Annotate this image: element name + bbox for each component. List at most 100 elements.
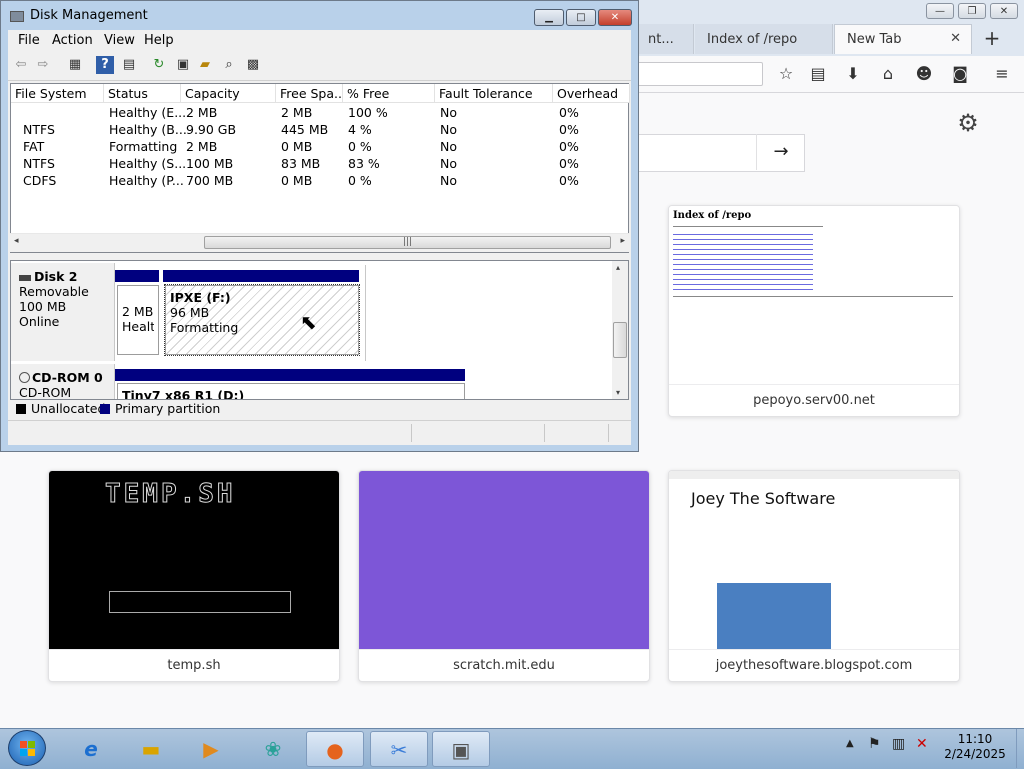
start-button[interactable] (8, 730, 46, 766)
computer-management-icon[interactable]: ▣ (432, 731, 490, 767)
toolbar: ⇦ ⇨ ▦ ? ▤ ↻ ▣ ▰ ⌕ ▩ (8, 52, 631, 81)
home-icon[interactable]: ⌂ (878, 64, 898, 84)
clock-date: 2/24/2025 (944, 747, 1006, 761)
cell-fault-tolerance: No (440, 139, 457, 154)
menu-file[interactable]: File (18, 33, 40, 48)
downloads-icon[interactable]: ⬇ (843, 64, 863, 84)
column-header-capacity[interactable]: Capacity (181, 84, 276, 103)
show-hide-console-tree-icon[interactable]: ▦ (66, 56, 84, 74)
maximize-button[interactable]: □ (566, 9, 596, 26)
minimize-button[interactable]: ▁ (534, 9, 564, 26)
top-site-tile[interactable]: Joey The Software joeythesoftware.blogsp… (668, 470, 960, 682)
ff-minimize-button[interactable]: — (926, 3, 954, 19)
clock[interactable]: 11:10 2/24/2025 (932, 732, 1018, 762)
cell-file-system: CDFS (23, 173, 57, 188)
bookmark-star-icon[interactable]: ☆ (776, 64, 796, 84)
start-logo-icon (20, 741, 27, 748)
top-site-tile[interactable]: Index of /repo pepoyo.serv00.net (668, 205, 960, 417)
cell-fault-tolerance: No (440, 122, 457, 137)
legend-primary-swatch (100, 404, 110, 414)
volume-muted-icon[interactable]: ✕ (916, 736, 928, 752)
rescan-disks-icon[interactable]: ▣ (174, 56, 192, 74)
show-desktop-button[interactable] (1016, 729, 1024, 768)
scroll-up-icon[interactable]: ▴ (616, 263, 620, 272)
library-icon[interactable]: ▤ (808, 64, 828, 84)
scroll-down-icon[interactable]: ▾ (616, 388, 620, 397)
network-icon[interactable]: ▥ (892, 736, 905, 752)
column-header-overhead[interactable]: Overhead (553, 84, 630, 103)
menu-help[interactable]: Help (144, 33, 174, 48)
cell-free-space: 445 MB (281, 122, 329, 137)
internet-explorer-icon[interactable]: e (62, 731, 120, 767)
top-site-tile[interactable]: scratch.mit.edu (358, 470, 650, 682)
cell-free-space: 2 MB (281, 105, 313, 120)
disk-2-label[interactable]: Disk 2 Removable 100 MB Online (11, 263, 115, 361)
format-icon[interactable]: ▩ (244, 56, 262, 74)
column-header-fault-tolerance[interactable]: Fault Tolerance (435, 84, 553, 103)
cell-free-space: 83 MB (281, 156, 321, 171)
firefox-icon[interactable]: ● (306, 731, 364, 767)
open-folder-icon[interactable]: ▰ (196, 56, 214, 74)
hamburger-menu-icon[interactable]: ≡ (992, 64, 1012, 84)
top-site-tile[interactable]: TEMP.SH temp.sh (48, 470, 340, 682)
tools-icon[interactable]: ✂ (370, 731, 428, 767)
horizontal-scroll-thumb[interactable]: ||| (204, 236, 611, 249)
cell-status: Healthy (E... (109, 105, 187, 120)
gear-icon[interactable]: ⚙ (955, 110, 981, 136)
help-icon[interactable]: ? (96, 56, 114, 74)
ff-restore-button[interactable]: ❐ (958, 3, 986, 19)
tab-index-of-repo[interactable]: Index of /repo (695, 24, 833, 54)
cell-percent-free: 4 % (348, 122, 372, 137)
back-icon[interactable]: ⇦ (12, 56, 30, 74)
action-center-flag-icon[interactable]: ⚑ (868, 736, 881, 752)
site-thumbnail (359, 471, 649, 649)
tab-close-icon[interactable]: ✕ (950, 31, 961, 46)
sync-icon[interactable]: ☻ (914, 64, 934, 84)
new-tab-button[interactable]: + (980, 26, 1004, 50)
properties-icon[interactable]: ▤ (120, 56, 138, 74)
scroll-left-icon[interactable]: ◂ (14, 236, 19, 246)
app-icon[interactable]: ❀ (244, 731, 302, 767)
cell-free-space: 0 MB (281, 173, 313, 188)
menu-view[interactable]: View (104, 33, 135, 48)
column-header-status[interactable]: Status (104, 84, 181, 103)
start-logo-icon (28, 749, 35, 756)
close-button[interactable]: ✕ (598, 9, 632, 26)
column-header-percent-free[interactable]: % Free (343, 84, 435, 103)
media-player-icon[interactable]: ▶ (182, 731, 240, 767)
column-header-file-system[interactable]: File System (11, 84, 104, 103)
status-bar (8, 420, 631, 445)
search-go-button[interactable]: → (756, 134, 805, 170)
file-explorer-icon[interactable]: ▬ (122, 731, 180, 767)
partition-status: Formatting (170, 320, 239, 335)
pocket-icon[interactable]: ◙ (950, 64, 970, 84)
show-hidden-icons-icon[interactable]: ▲ (846, 738, 854, 749)
volume-list[interactable]: File System Status Capacity Free Spa... … (10, 83, 630, 253)
cdrom-label[interactable]: CD-ROM 0 CD-ROM (11, 364, 115, 399)
tab-new-tab[interactable]: New Tab ✕ (834, 24, 972, 54)
column-header-free-space[interactable]: Free Spa... (276, 84, 343, 103)
partition-bar (115, 369, 465, 381)
partition-name: IPXE (F:) (170, 290, 231, 305)
scroll-right-icon[interactable]: ▸ (620, 236, 625, 246)
disk-graphical-view[interactable]: Disk 2 Removable 100 MB Online 2 MB Heal… (10, 260, 629, 400)
url-bar[interactable] (636, 62, 763, 86)
partition-disk2-1[interactable]: 2 MB Healtl (117, 285, 159, 355)
refresh-icon[interactable]: ↻ (150, 56, 168, 74)
forward-icon[interactable]: ⇨ (34, 56, 52, 74)
tab-hidden[interactable]: nt... (636, 24, 694, 54)
menu-action[interactable]: Action (52, 33, 93, 48)
vertical-scroll-thumb[interactable] (613, 322, 627, 358)
explore-icon[interactable]: ⌕ (220, 56, 238, 74)
ff-close-button[interactable]: ✕ (990, 3, 1018, 19)
cell-status: Healthy (B... (109, 122, 187, 137)
cell-percent-free: 0 % (348, 139, 372, 154)
status-divider (544, 424, 545, 442)
cell-percent-free: 83 % (348, 156, 380, 171)
partition-cdrom[interactable]: Tiny7 x86 R1 (D:) (117, 383, 465, 399)
cell-status: Healthy (S... (109, 156, 187, 171)
cell-fault-tolerance: No (440, 173, 457, 188)
partition-ipxe[interactable]: IPXE (F:) 96 MB Formatting (164, 284, 360, 356)
site-thumbnail: Joey The Software (669, 471, 959, 649)
cell-percent-free: 0 % (348, 173, 372, 188)
